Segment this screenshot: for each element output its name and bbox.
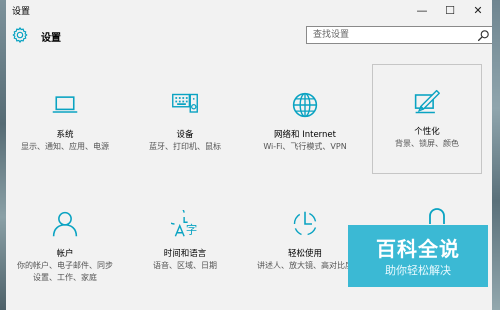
category-subtitle: 讲述人、放大镜、高对比度 <box>257 261 353 270</box>
ease-of-access-icon <box>293 211 317 236</box>
category-title: 网络和 Internet <box>274 130 336 140</box>
search-box[interactable] <box>306 26 492 44</box>
category-network[interactable]: 网络和 Internet Wi-Fi、飞行模式、VPN <box>250 68 360 178</box>
minimize-button[interactable]: — <box>408 0 436 20</box>
category-subtitle: 语音、区域、日期 <box>153 261 217 270</box>
category-subtitle: 你的帐户、电子邮件、同步设置、工作、家庭 <box>17 261 113 282</box>
category-personalization[interactable]: 个性化 背景、锁屏、颜色 <box>372 64 482 174</box>
maximize-button[interactable]: ☐ <box>436 0 464 20</box>
category-subtitle: Wi-Fi、飞行模式、VPN <box>263 142 347 151</box>
watermark-title: 百科全说 <box>376 237 460 261</box>
category-accounts[interactable]: 帐户 你的帐户、电子邮件、同步设置、工作、家庭 <box>10 187 120 297</box>
category-title: 设备 <box>176 130 194 140</box>
settings-header: 设置 <box>6 20 492 50</box>
desktop-background-right <box>492 0 500 310</box>
person-icon <box>52 211 78 237</box>
search-icon[interactable] <box>477 29 490 42</box>
title-bar[interactable]: 设置 — ☐ ✕ <box>6 0 492 20</box>
category-subtitle: 蓝牙、打印机、鼠标 <box>149 142 221 151</box>
keyboard-icon <box>172 93 198 113</box>
laptop-icon <box>52 96 78 113</box>
category-system[interactable]: 系统 显示、通知、应用、电源 <box>10 68 120 178</box>
category-ease-of-access[interactable]: 轻松使用 讲述人、放大镜、高对比度 <box>250 187 360 297</box>
category-subtitle: 背景、锁屏、颜色 <box>395 139 459 148</box>
lock-icon <box>429 208 445 224</box>
category-time-language[interactable]: 字 时间和语言 语音、区域、日期 <box>130 187 240 297</box>
paint-icon <box>414 89 440 114</box>
category-devices[interactable]: 设备 蓝牙、打印机、鼠标 <box>130 68 240 178</box>
svg-text:字: 字 <box>186 223 197 237</box>
window-title: 设置 <box>12 7 31 17</box>
watermark-subtitle: 助你轻松解决 <box>385 264 451 277</box>
page-title: 设置 <box>41 33 61 44</box>
category-title: 个性化 <box>414 127 440 137</box>
search-input[interactable] <box>307 27 473 43</box>
close-button[interactable]: ✕ <box>464 0 492 20</box>
category-title: 轻松使用 <box>287 249 322 259</box>
category-title: 帐户 <box>56 249 74 259</box>
watermark-badge: 百科全说 助你轻松解决 <box>348 225 488 287</box>
category-title: 系统 <box>56 130 74 140</box>
globe-icon <box>292 92 318 118</box>
category-subtitle: 显示、通知、应用、电源 <box>21 142 109 151</box>
gear-icon <box>12 27 28 43</box>
time-language-icon: 字 <box>171 210 197 237</box>
category-title: 时间和语言 <box>163 249 207 259</box>
